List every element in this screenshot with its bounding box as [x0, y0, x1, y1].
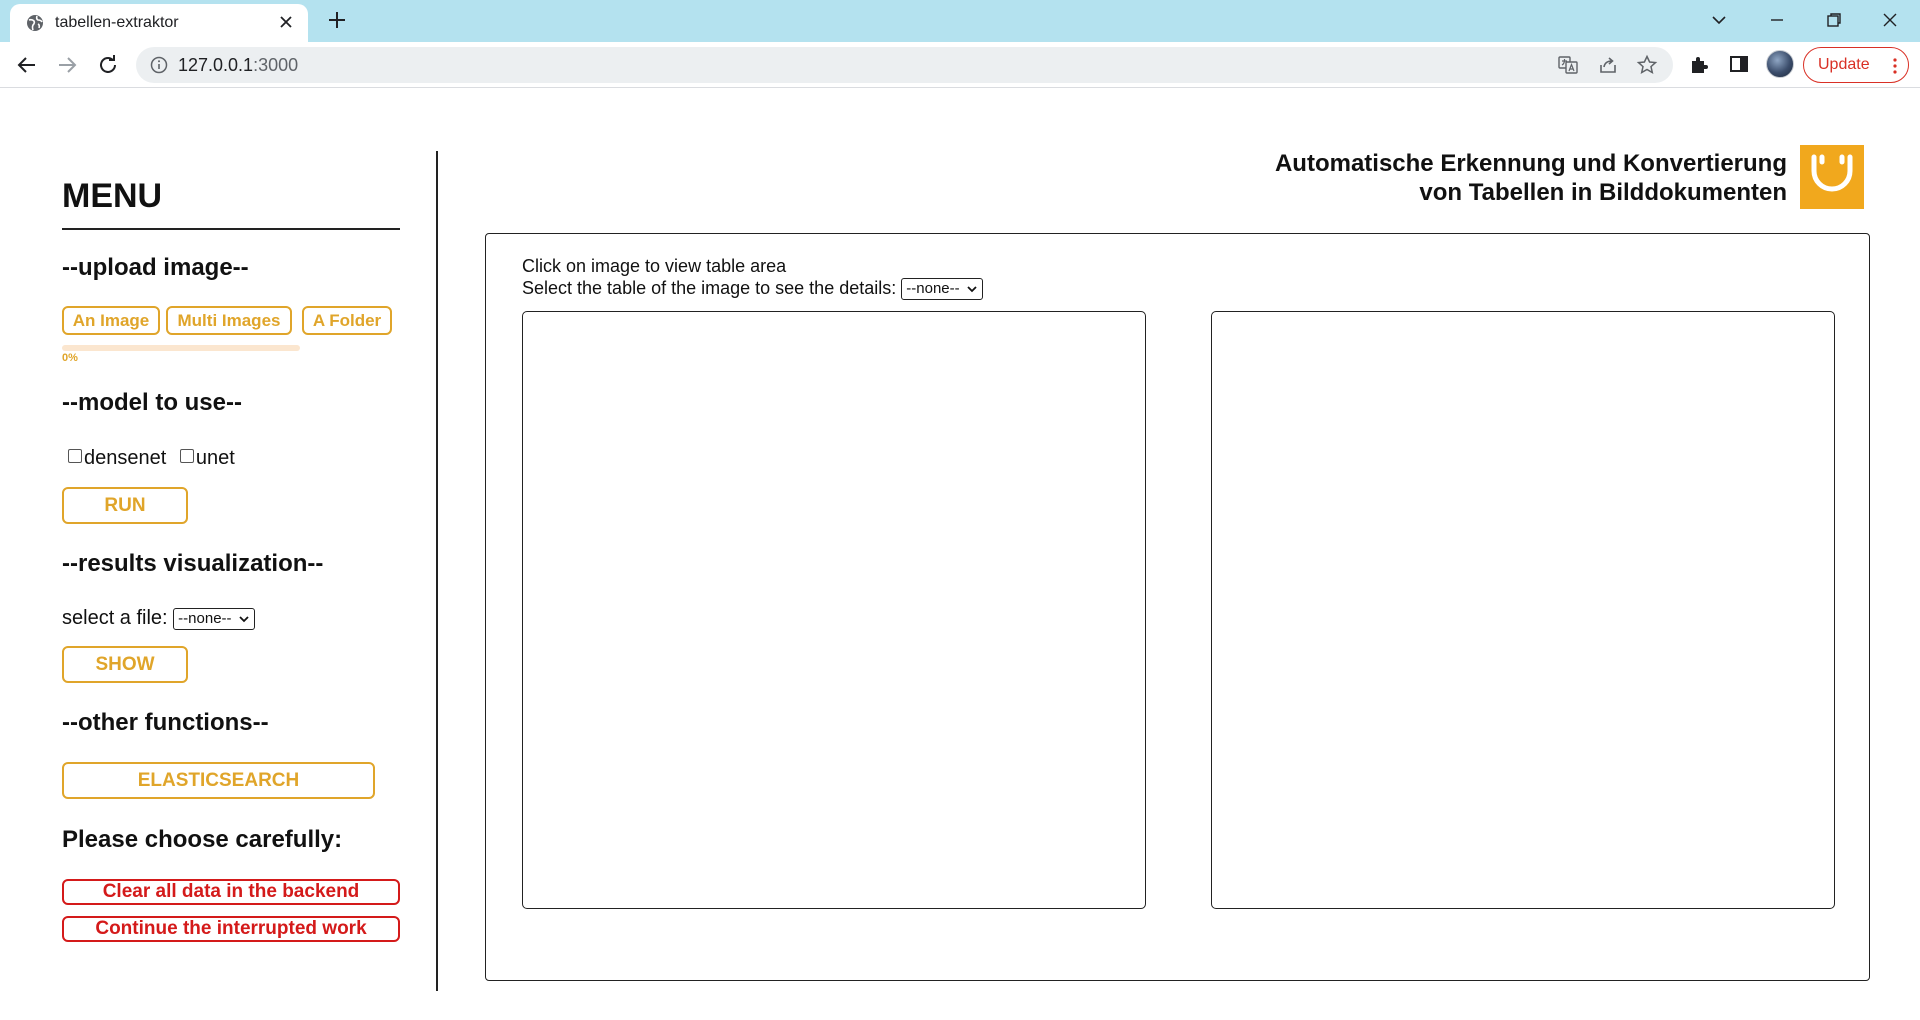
browser-tab-bar: tabellen-extraktor: [0, 0, 1920, 42]
file-select[interactable]: --none--: [173, 608, 255, 630]
update-button[interactable]: Update: [1803, 47, 1909, 83]
globe-icon: [27, 15, 43, 31]
menu-divider: [62, 228, 400, 230]
page-title: Automatische Erkennung und Konvertierung…: [1275, 149, 1787, 207]
careful-heading: Please choose carefully:: [62, 826, 343, 853]
upload-progress-bar: [62, 345, 300, 351]
close-tab-icon[interactable]: [276, 12, 296, 32]
upload-progress-label: 0%: [62, 352, 78, 364]
table-detail-box[interactable]: [1211, 311, 1835, 909]
extensions-puzzle-icon[interactable]: [1688, 52, 1712, 76]
translate-icon[interactable]: [1557, 54, 1579, 76]
model-heading: --model to use--: [62, 389, 242, 416]
unet-checkbox[interactable]: [179, 449, 194, 463]
densenet-checkbox[interactable]: [68, 449, 82, 463]
smile-logo-icon: [1800, 145, 1864, 209]
site-info-icon[interactable]: [150, 56, 168, 74]
more-menu-icon: [1893, 58, 1897, 74]
page-title-line-2: von Tabellen in Bilddokumenten: [1419, 179, 1787, 206]
file-select-label: select a file:: [62, 607, 168, 629]
densenet-label: densenet: [84, 447, 167, 469]
back-arrow-icon[interactable]: [14, 52, 40, 78]
browser-tab[interactable]: tabellen-extraktor: [10, 4, 308, 42]
new-tab-icon[interactable]: [326, 9, 348, 31]
tab-search-icon[interactable]: [1707, 8, 1731, 32]
side-panel-icon[interactable]: [1727, 52, 1751, 76]
elasticsearch-button[interactable]: ELASTICSEARCH: [62, 762, 375, 799]
continue-work-button[interactable]: Continue the interrupted work: [62, 916, 400, 942]
upload-multi-images-button[interactable]: Multi Images: [166, 306, 292, 335]
chevron-down-icon: [238, 616, 249, 623]
page-title-line-1: Automatische Erkennung und Konvertierung: [1274, 150, 1787, 177]
unet-label: unet: [195, 447, 235, 469]
file-select-row: select a file: --none--: [62, 607, 255, 630]
run-button[interactable]: RUN: [62, 487, 188, 524]
sidebar-menu: MENU --upload image-- An Image Multi Ima…: [0, 89, 438, 989]
other-functions-heading: --other functions--: [62, 709, 269, 736]
image-view-box[interactable]: [522, 311, 1146, 909]
tab-title: tabellen-extraktor: [55, 14, 179, 31]
upload-heading: --upload image--: [62, 254, 249, 281]
upload-folder-button[interactable]: A Folder: [302, 306, 392, 335]
close-window-icon[interactable]: [1878, 8, 1902, 32]
forward-arrow-icon[interactable]: [54, 52, 80, 78]
show-button[interactable]: SHOW: [62, 646, 188, 683]
table-select[interactable]: --none--: [901, 278, 983, 300]
table-select-label: Select the table of the image to see the…: [522, 278, 897, 298]
chevron-down-icon: [966, 286, 977, 293]
results-heading: --results visualization--: [62, 550, 324, 577]
profile-avatar[interactable]: [1766, 50, 1794, 78]
restore-icon[interactable]: [1822, 8, 1846, 32]
browser-toolbar: 127.0.0.1:3000 Update: [0, 42, 1920, 88]
minimize-icon[interactable]: [1765, 8, 1789, 32]
menu-title: MENU: [62, 177, 163, 215]
table-select-row: Select the table of the image to see the…: [522, 278, 983, 300]
bookmark-star-icon[interactable]: [1636, 54, 1658, 76]
model-options: densenet unet: [68, 447, 243, 470]
vertical-divider: [436, 151, 438, 991]
clear-backend-button[interactable]: Clear all data in the backend: [62, 879, 400, 905]
share-icon[interactable]: [1597, 54, 1619, 76]
page-content: MENU --upload image-- An Image Multi Ima…: [0, 89, 1920, 1020]
reload-icon[interactable]: [95, 52, 121, 78]
url-text: 127.0.0.1:3000: [178, 55, 299, 75]
upload-image-button[interactable]: An Image: [62, 306, 160, 335]
view-instruction: Click on image to view table area: [522, 256, 787, 276]
address-bar[interactable]: 127.0.0.1:3000: [136, 47, 1673, 83]
main-panel: Click on image to view table area Select…: [485, 233, 1870, 981]
